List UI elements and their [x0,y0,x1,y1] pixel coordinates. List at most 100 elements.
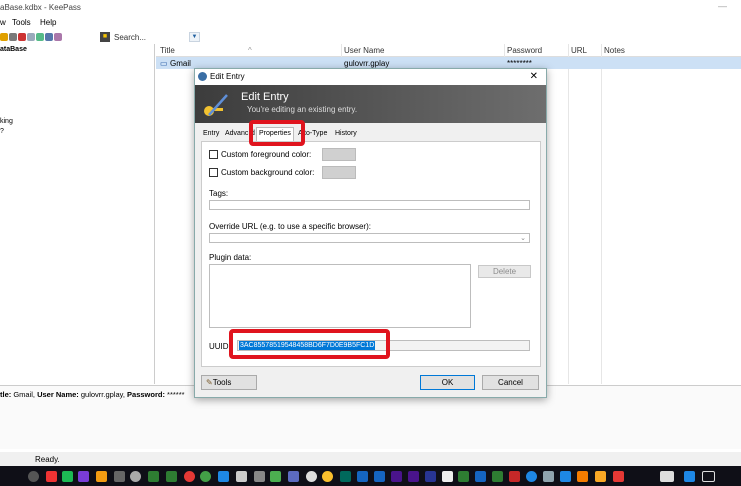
search-input[interactable]: Search... [114,33,146,42]
edit-entry-icon[interactable] [9,32,17,41]
foreground-color-button[interactable] [322,148,356,161]
override-url-select[interactable]: ⌄ [209,233,530,243]
banner-subheading: You're editing an existing entry. [247,105,358,114]
app-icon[interactable] [577,471,588,482]
detail-user-value: gulovrr.gplay, [78,390,128,399]
tags-input[interactable] [209,200,530,210]
tab-history[interactable]: History [335,130,357,137]
window-titlebar: aBase.kdbx - KeePass — [0,0,741,16]
column-title[interactable]: Title [160,46,175,55]
uuid-label: UUID: [209,342,231,351]
app-icon[interactable] [595,471,606,482]
delete-entry-icon[interactable] [18,32,26,41]
app-icon[interactable] [148,471,159,482]
detail-password-key: Password: [127,390,165,399]
tools-button-label: Tools [212,378,232,387]
entry-password: ******** [507,59,532,68]
tree-root[interactable]: ataBase [0,46,27,53]
opera-icon[interactable] [184,471,195,482]
app-icon[interactable] [357,471,368,482]
app-icon[interactable] [62,471,73,482]
delete-button[interactable]: Delete [478,265,531,278]
app-icon[interactable] [543,471,554,482]
tools-button[interactable]: ✎Tools [201,375,257,390]
workspace-lock-icon[interactable]: ■ [100,32,110,42]
app-icon[interactable] [684,471,695,482]
column-password[interactable]: Password [507,46,542,55]
app-icon[interactable] [130,471,141,482]
battery-icon[interactable] [702,471,715,482]
app-icon[interactable] [613,471,624,482]
custom-background-checkbox[interactable] [209,168,218,177]
keyboard-icon[interactable] [660,471,674,482]
tags-label: Tags: [209,189,229,198]
entry-list-header: Title ^ User Name Password URL Notes [156,44,741,57]
tab-advanced[interactable]: Advanc [225,130,248,137]
app-icon[interactable] [288,471,299,482]
app-icon[interactable] [526,471,537,482]
background-color-button[interactable] [322,166,356,179]
app-icon[interactable] [374,471,385,482]
cancel-button[interactable]: Cancel [482,375,539,390]
minimize-icon[interactable]: — [718,1,727,11]
column-notes[interactable]: Notes [604,46,625,55]
custom-foreground-checkbox[interactable] [209,150,218,159]
app-icon[interactable] [322,471,333,482]
app-icon[interactable] [46,471,57,482]
column-url[interactable]: URL [571,46,587,55]
app-icon[interactable] [218,471,229,482]
menu-help[interactable]: Help [40,18,56,27]
column-user-name[interactable]: User Name [344,46,384,55]
app-icon[interactable] [166,471,177,482]
dialog-title: Edit Entry [210,72,245,81]
app-icon[interactable] [442,471,453,482]
tree-item[interactable]: king [0,118,13,125]
menu-view[interactable]: w [0,18,6,27]
app-icon[interactable] [78,471,89,482]
detail-password-value: ****** [164,390,185,399]
menu-tools[interactable]: Tools [12,18,31,27]
chevron-down-icon: ⌄ [520,235,526,242]
plugin-data-label: Plugin data: [209,253,252,262]
powerpoint-icon[interactable] [509,471,520,482]
app-icon[interactable] [114,471,125,482]
plugin-data-list[interactable] [209,264,471,328]
entry-detail-text: tle: Gmail, User Name: gulovrr.gplay, Pa… [0,390,185,399]
toolbar: ■ Search... [0,30,741,44]
window-title: aBase.kdbx - KeePass [0,3,81,12]
word-icon[interactable] [475,471,486,482]
entry-user: gulovrr.gplay [344,59,390,68]
uuid-highlight [229,329,390,359]
excel-icon[interactable] [492,471,503,482]
app-icon[interactable] [391,471,402,482]
copy-user-icon[interactable] [27,32,35,41]
app-icon[interactable] [236,471,247,482]
app-icon[interactable] [96,471,107,482]
settings-icon[interactable] [28,471,39,482]
detail-user-key: User Name: [37,390,79,399]
properties-tab-highlight [249,120,305,146]
chrome-icon[interactable] [200,471,211,482]
lock-icon[interactable] [54,32,62,41]
sort-indicator-icon: ^ [248,46,252,55]
add-entry-icon[interactable] [0,32,8,41]
column-divider [568,44,569,384]
ok-button[interactable]: OK [420,375,475,390]
entry-title: Gmail [170,59,191,68]
tab-entry[interactable]: Entry [203,130,219,137]
group-tree: ataBase king ? [0,44,155,384]
app-icon[interactable] [425,471,436,482]
app-icon[interactable] [270,471,281,482]
app-icon[interactable] [560,471,571,482]
close-icon[interactable]: ✕ [530,71,538,82]
app-icon[interactable] [408,471,419,482]
app-icon[interactable] [458,471,469,482]
copy-password-icon[interactable] [36,32,44,41]
app-icon[interactable] [254,471,265,482]
app-icon[interactable] [306,471,317,482]
app-icon[interactable] [340,471,351,482]
find-icon[interactable] [45,32,53,41]
tree-item[interactable]: ? [0,128,4,135]
tab-autotype[interactable]: to-Type [304,130,327,137]
search-dropdown-icon[interactable]: ▼ [189,32,200,42]
